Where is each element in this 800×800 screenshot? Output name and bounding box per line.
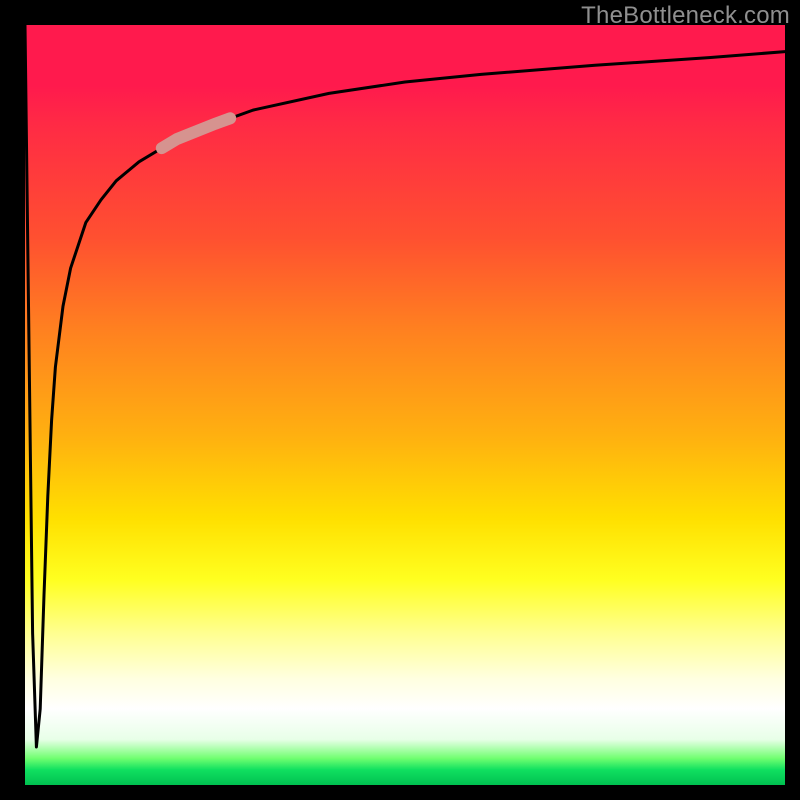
chart-frame: TheBottleneck.com (0, 0, 800, 800)
bottleneck-curve (25, 25, 785, 747)
highlight-segment (162, 118, 230, 148)
curve-layer (25, 25, 785, 785)
plot-area (25, 25, 785, 785)
